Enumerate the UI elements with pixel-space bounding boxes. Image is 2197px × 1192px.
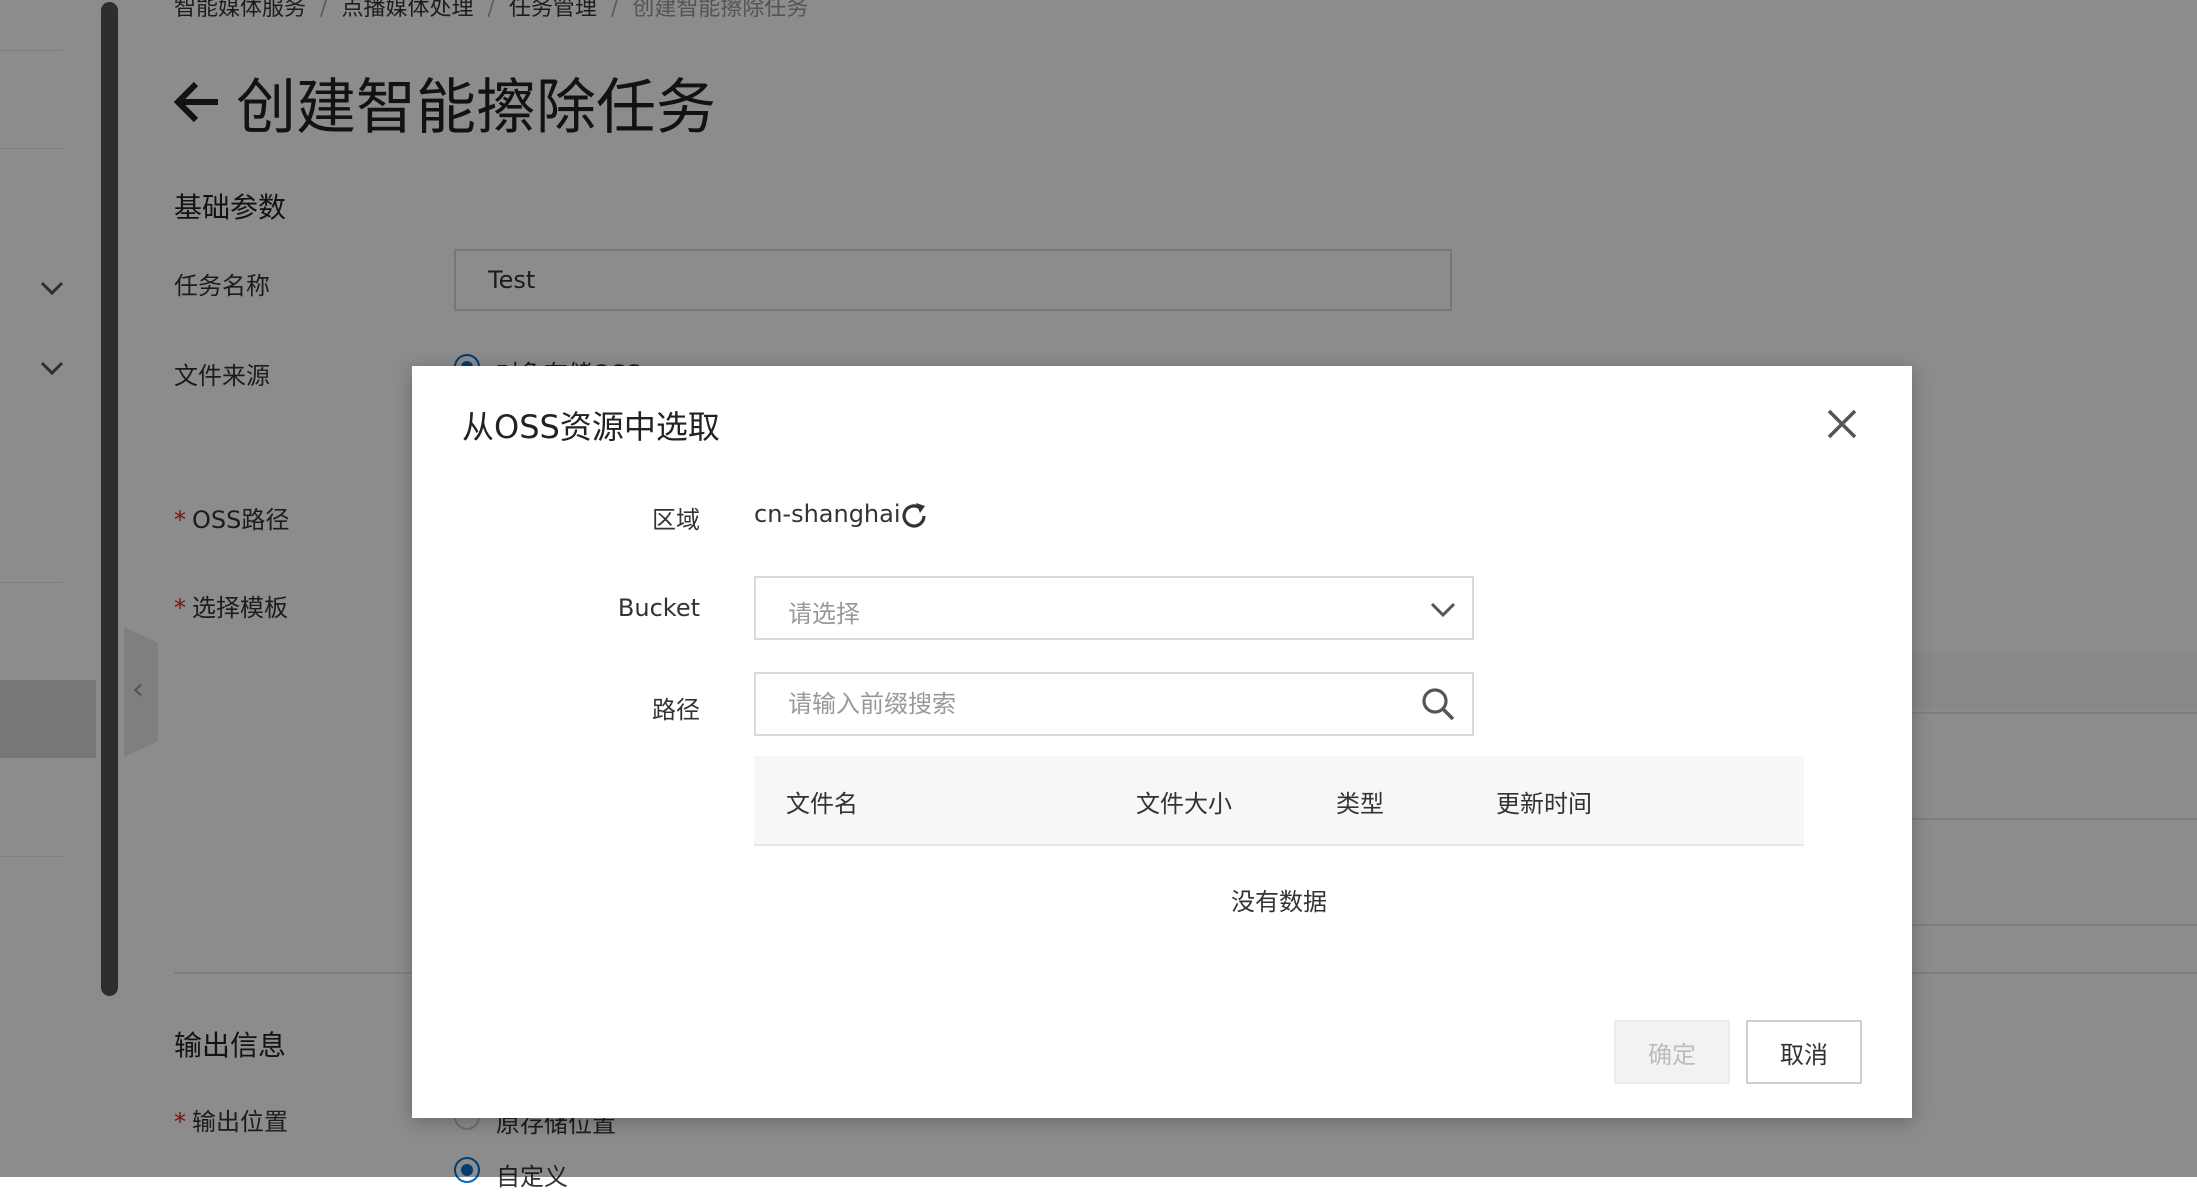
bucket-label: Bucket xyxy=(617,594,700,622)
column-header-updated[interactable]: 更新时间 xyxy=(1496,784,1592,819)
close-icon[interactable] xyxy=(1822,404,1862,444)
confirm-button[interactable]: 确定 xyxy=(1614,1020,1730,1084)
refresh-icon[interactable] xyxy=(898,500,930,532)
path-label: 路径 xyxy=(652,696,700,724)
path-search-input[interactable] xyxy=(754,672,1474,736)
cancel-button[interactable]: 取消 xyxy=(1746,1020,1862,1084)
search-icon[interactable] xyxy=(1420,686,1456,722)
column-header-type[interactable]: 类型 xyxy=(1336,784,1384,819)
region-value: cn-shanghai xyxy=(754,500,901,528)
chevron-down-icon xyxy=(1430,602,1456,618)
oss-select-dialog: 从OSS资源中选取 区域 cn-shanghai Bucket 请选择 路径 文… xyxy=(412,366,1912,1118)
column-header-filename[interactable]: 文件名 xyxy=(786,784,858,819)
file-table-header: 文件名 文件大小 类型 更新时间 xyxy=(754,756,1804,846)
column-header-filesize[interactable]: 文件大小 xyxy=(1136,784,1232,819)
bucket-select[interactable]: 请选择 xyxy=(754,576,1474,640)
bucket-placeholder: 请选择 xyxy=(788,600,860,628)
region-label: 区域 xyxy=(652,506,700,534)
file-table: 文件名 文件大小 类型 更新时间 没有数据 xyxy=(754,756,1804,916)
dialog-title: 从OSS资源中选取 xyxy=(462,408,720,446)
table-empty-text: 没有数据 xyxy=(1231,888,1327,916)
